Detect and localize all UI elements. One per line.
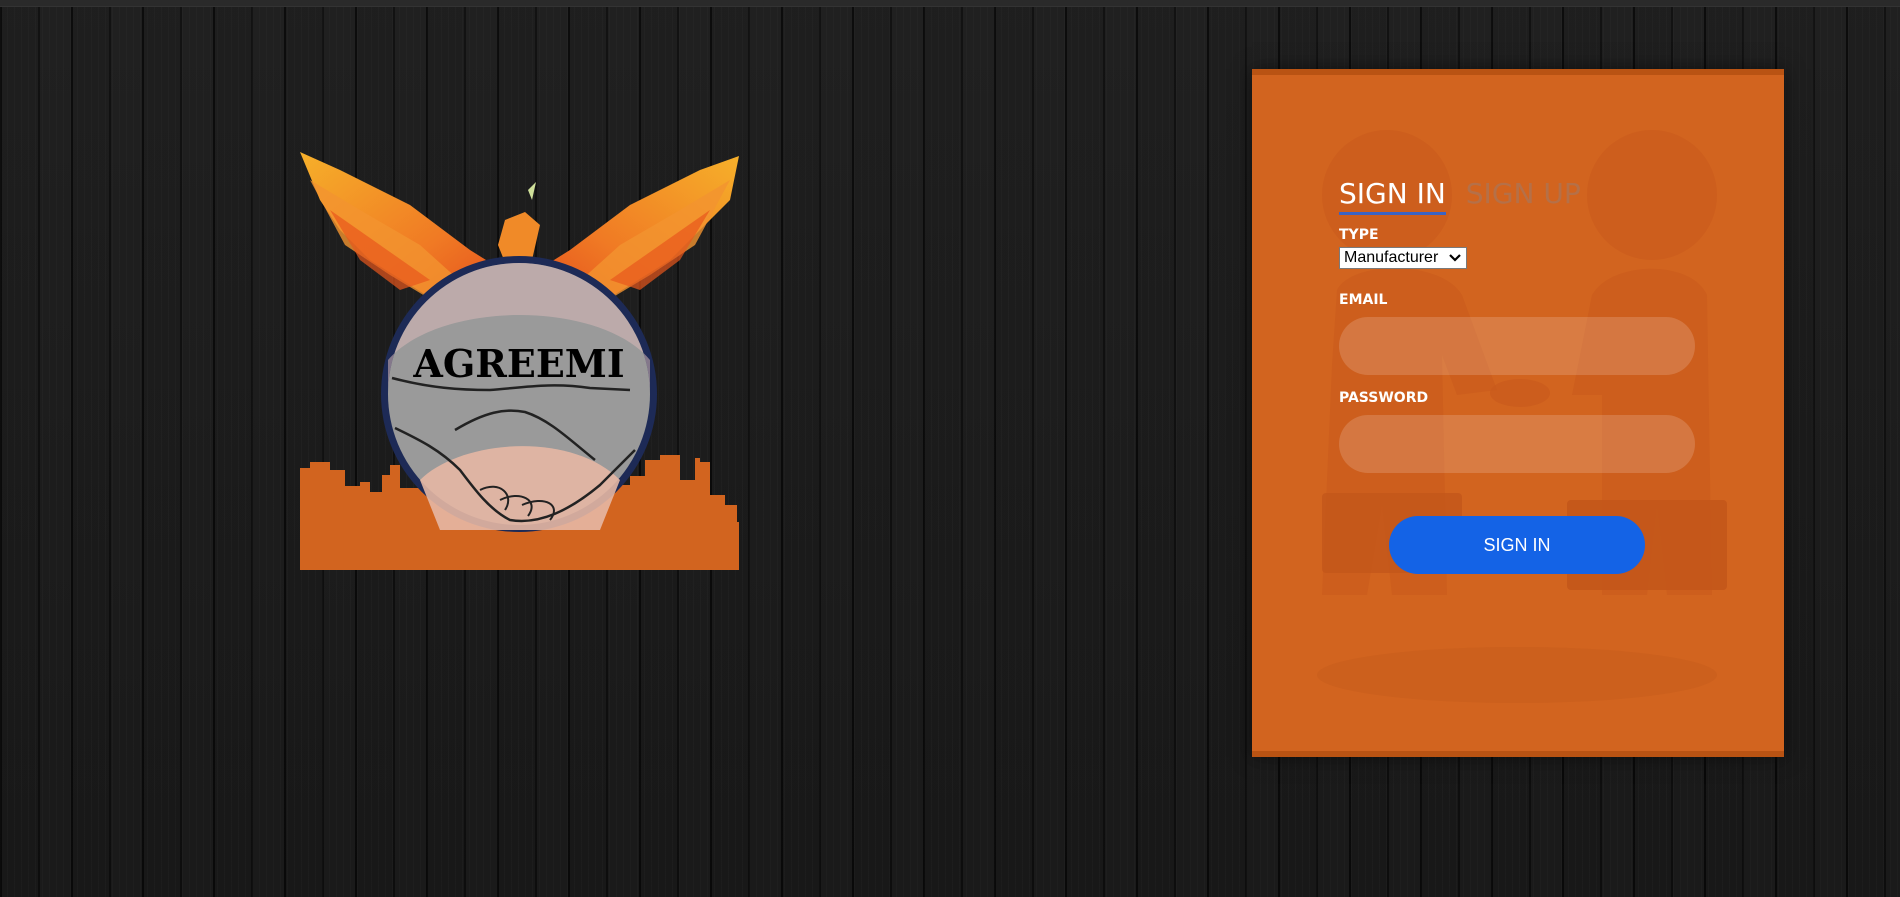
login-card: SIGN IN SIGN UP TYPE Manufacturer EMAIL P…: [1252, 69, 1784, 757]
sign-in-button[interactable]: SIGN IN: [1389, 516, 1645, 574]
email-input[interactable]: [1339, 317, 1695, 375]
chevron-down-icon: [1449, 254, 1461, 262]
password-label: PASSWORD: [1339, 390, 1429, 406]
top-strip: [0, 0, 1900, 7]
password-input[interactable]: [1339, 415, 1695, 473]
email-label: EMAIL: [1339, 292, 1388, 308]
logo-text: AGREEMI: [412, 341, 624, 386]
tab-sign-up[interactable]: SIGN UP: [1466, 177, 1581, 212]
auth-tabs: SIGN IN SIGN UP: [1339, 177, 1581, 215]
type-select-value: Manufacturer: [1344, 249, 1439, 266]
tab-sign-in[interactable]: SIGN IN: [1339, 177, 1446, 215]
type-label: TYPE: [1339, 227, 1379, 243]
agreemi-logo: AGREEMI: [300, 150, 739, 570]
type-select[interactable]: Manufacturer: [1339, 247, 1467, 269]
